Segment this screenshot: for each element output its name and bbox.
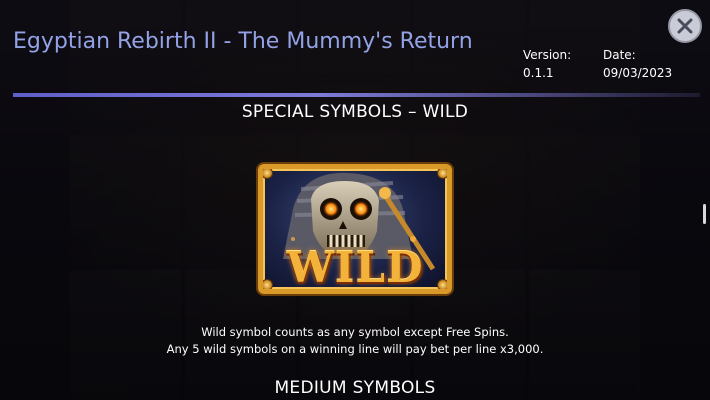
wild-payout-line: Any 5 wild symbols on a winning line wil…	[166, 342, 544, 356]
date-value: 09/03/2023	[603, 66, 673, 80]
wild-symbol-text: WILD	[286, 243, 424, 292]
version-value: 0.1.1	[523, 66, 554, 80]
title-divider	[13, 93, 700, 97]
wild-section-heading: SPECIAL SYMBOLS – WILD	[241, 102, 469, 122]
medium-section-heading: MEDIUM SYMBOLS	[274, 378, 436, 398]
frame-corner-gem	[263, 169, 273, 179]
date-label: Date:	[603, 48, 636, 62]
wild-symbol-image: WILD	[258, 164, 452, 294]
close-icon	[677, 18, 693, 34]
page-title: Egyptian Rebirth II - The Mummy's Return	[13, 29, 473, 54]
version-label: Version:	[523, 48, 572, 62]
wild-description-line: Wild symbol counts as any symbol except …	[201, 325, 509, 339]
frame-corner-gem	[263, 279, 273, 289]
frame-corner-gem	[437, 169, 447, 179]
scrollbar-thumb[interactable]	[703, 204, 706, 224]
frame-corner-gem	[437, 279, 447, 289]
close-button[interactable]	[668, 9, 702, 43]
